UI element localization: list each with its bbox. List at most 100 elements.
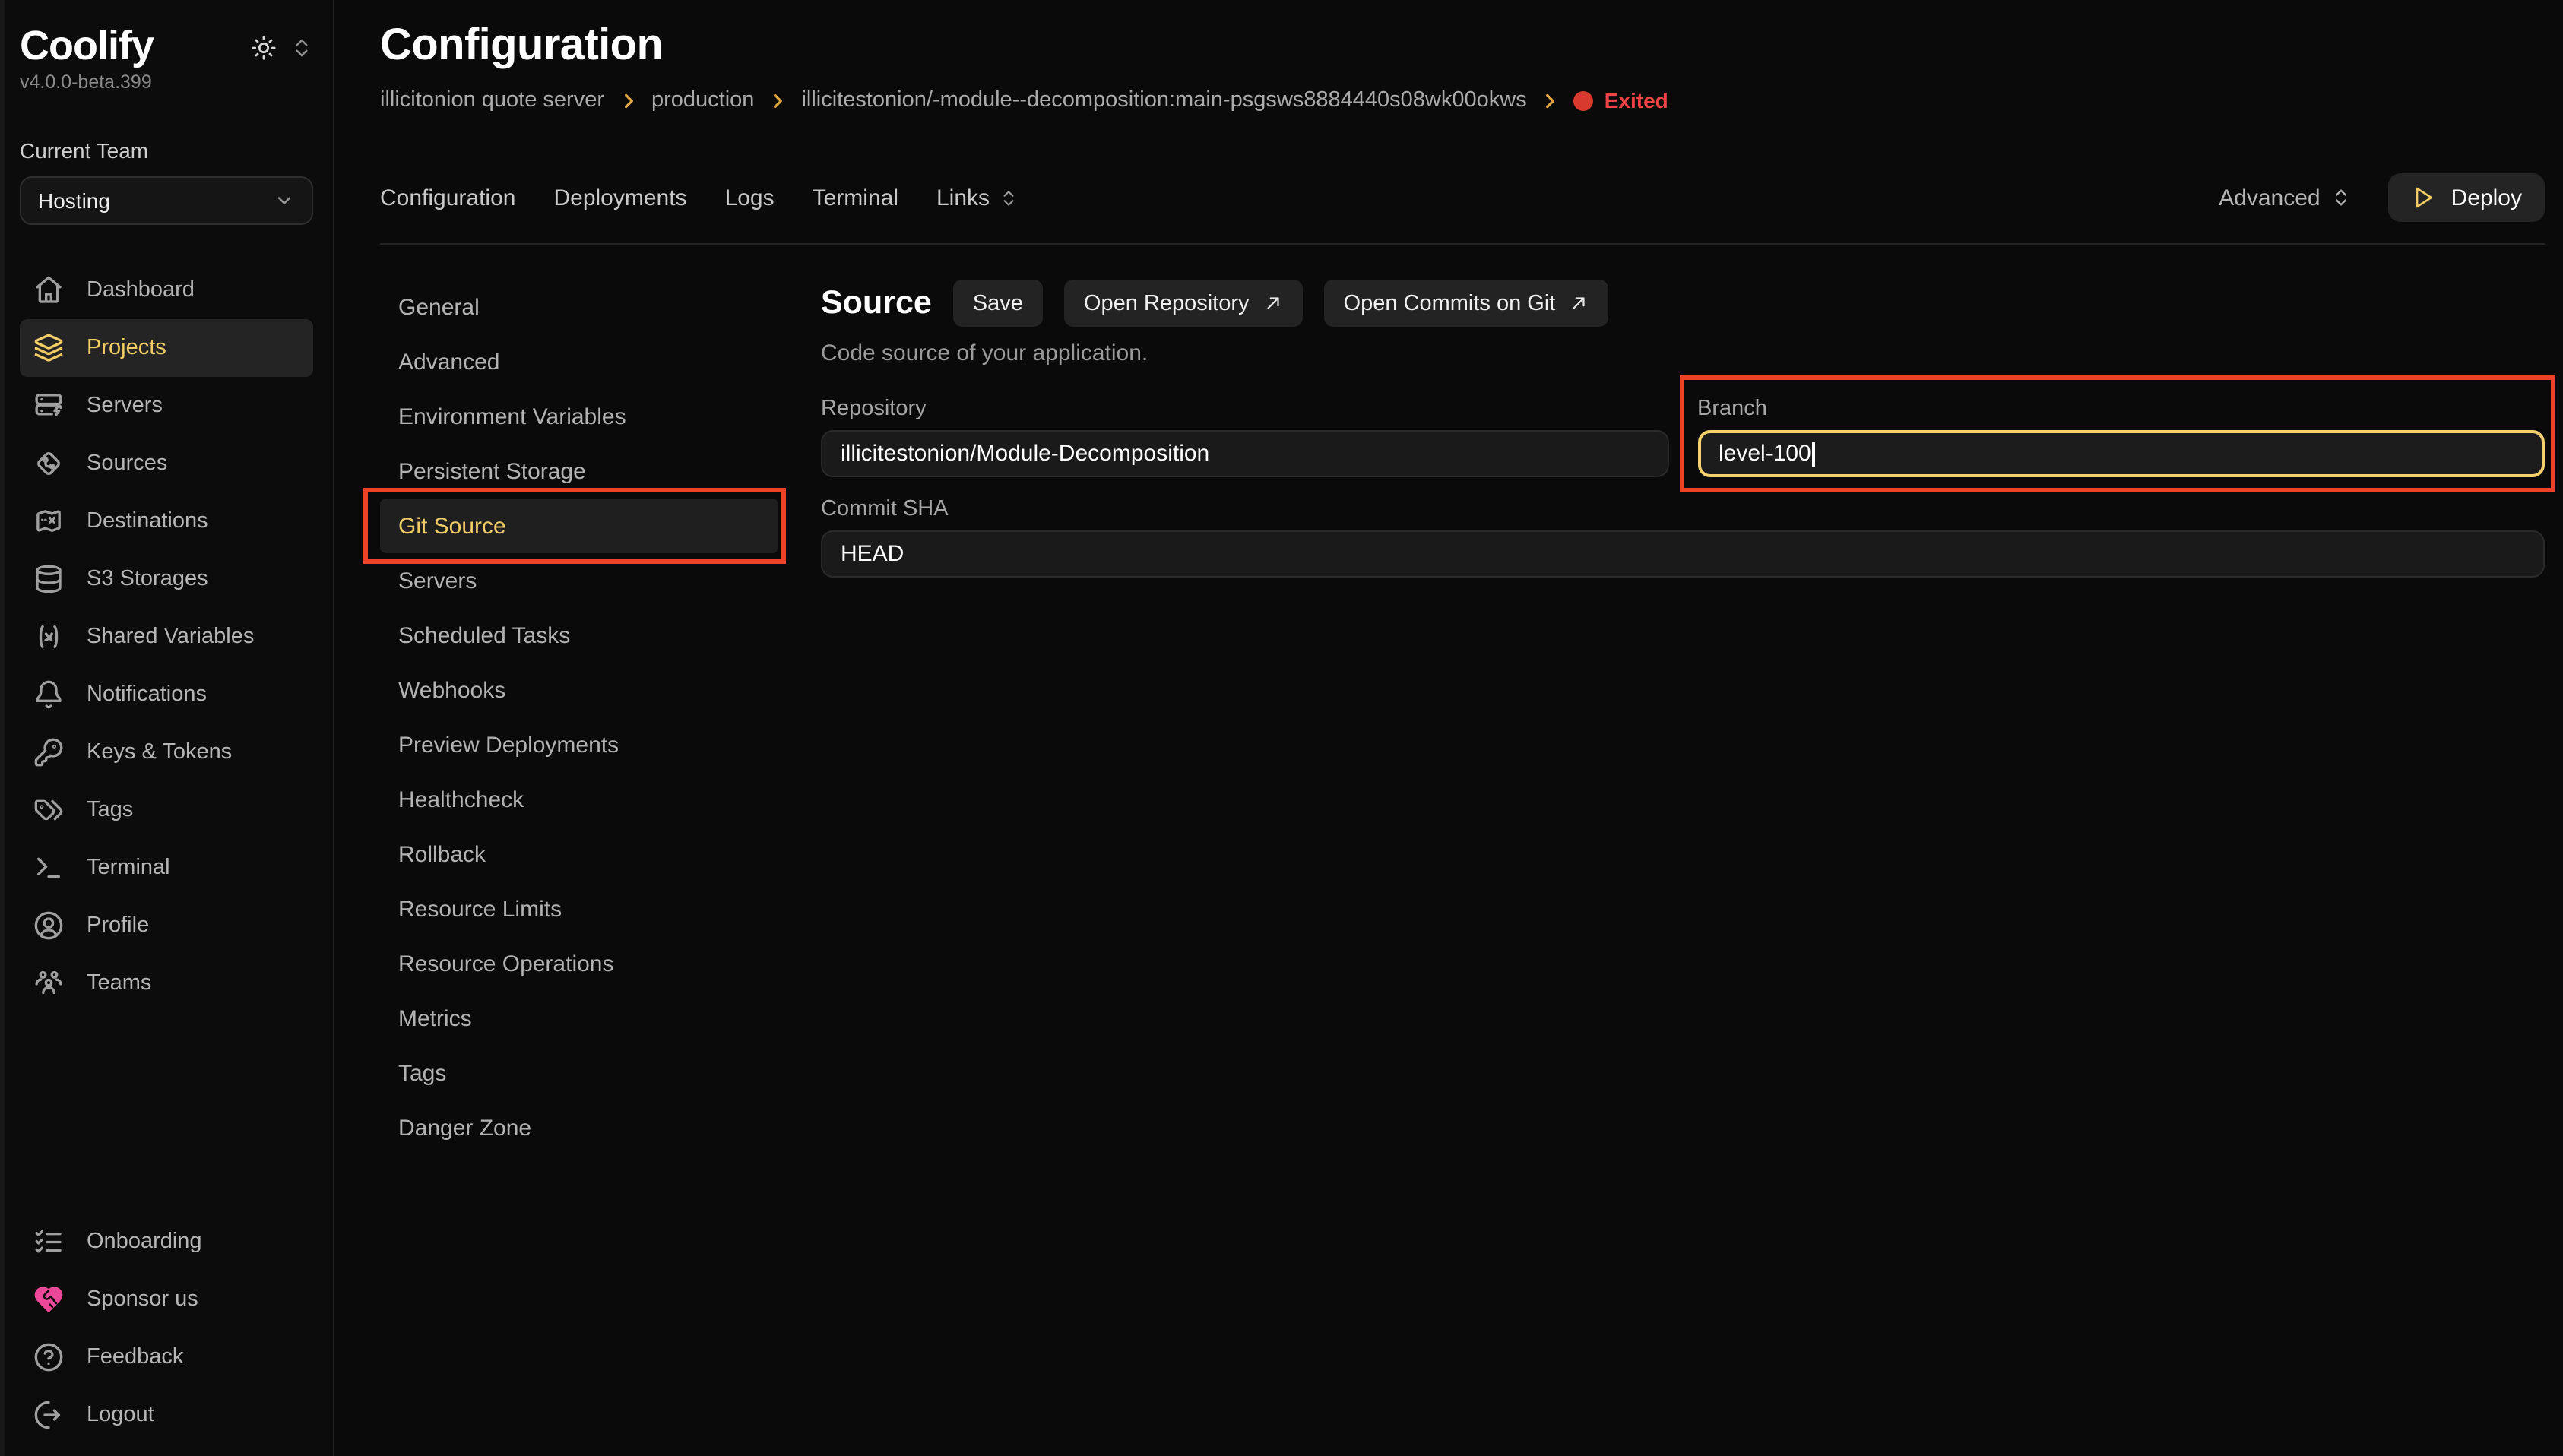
subnav-item-resource-limits[interactable]: Resource Limits [380,882,778,936]
repository-field: Repository [821,397,1668,477]
sidebar-item-sponsor-us[interactable]: Sponsor us [20,1271,313,1328]
tab-deployments[interactable]: Deployments [553,185,686,210]
breadcrumb-application[interactable]: illicitestonion/-module--decomposition:m… [801,88,1526,112]
open-repository-button[interactable]: Open Repository [1064,280,1303,327]
advanced-dropdown[interactable]: Advanced [2219,185,2352,210]
theme-toggle-sun-icon[interactable] [251,35,277,61]
heart-handshake-icon [33,1284,64,1315]
subnav-item-persistent-storage[interactable]: Persistent Storage [380,444,778,499]
subnav-item-advanced[interactable]: Advanced [380,334,778,389]
team-select[interactable]: Hosting [20,177,313,226]
sidebar-nav: Dashboard Projects Servers Sources Desti… [20,262,313,1013]
open-commits-button[interactable]: Open Commits on Git [1324,280,1609,327]
sidebar-item-label: Dashboard [87,279,195,303]
tab-divider [380,243,2545,245]
sidebar-item-sources[interactable]: Sources [20,435,313,493]
open-commits-label: Open Commits on Git [1344,291,1556,315]
sidebar-item-onboarding[interactable]: Onboarding [20,1213,313,1271]
sidebar: Coolify v4.0.0-beta.399 Current Team Hos… [0,0,334,1456]
tab-bar: Configuration Deployments Logs Terminal … [380,173,2545,222]
subnav-item-danger-zone[interactable]: Danger Zone [380,1100,778,1155]
sidebar-item-profile[interactable]: Profile [20,897,313,955]
sidebar-item-s3-storages[interactable]: S3 Storages [20,551,313,609]
chevron-down-icon [274,191,295,212]
server-icon [33,391,64,422]
chevrons-up-down-icon [2331,187,2352,208]
sidebar-item-keys-tokens[interactable]: Keys & Tokens [20,724,313,782]
sidebar-item-logout[interactable]: Logout [20,1386,313,1444]
theme-switcher-chevrons-icon[interactable] [290,36,313,59]
chevron-right-icon [768,90,787,110]
external-link-icon [1569,293,1589,313]
subnav-item-tags[interactable]: Tags [380,1046,778,1100]
sidebar-item-label: Logout [87,1403,154,1427]
advanced-label: Advanced [2219,185,2320,210]
subnav-item-scheduled-tasks[interactable]: Scheduled Tasks [380,608,778,663]
git-source-panel: Source Save Open Repository Open Commits… [821,280,2545,1155]
sidebar-item-servers[interactable]: Servers [20,378,313,435]
main-content: Configuration illicitonion quote server … [334,0,2563,1456]
deploy-button[interactable]: Deploy [2389,173,2545,222]
sidebar-item-teams[interactable]: Teams [20,955,313,1013]
tab-terminal[interactable]: Terminal [813,185,898,210]
sidebar-item-terminal[interactable]: Terminal [20,840,313,897]
sidebar-item-label: Sponsor us [87,1287,198,1312]
sidebar-item-projects[interactable]: Projects [20,320,313,378]
subnav-item-general[interactable]: General [380,280,778,334]
branch-field: Branch level-100 [1697,397,2545,477]
git-icon [33,449,64,480]
terminal-icon [33,853,64,884]
layers-icon [33,334,64,364]
commit-sha-input[interactable] [821,530,2545,578]
sidebar-item-shared-variables[interactable]: Shared Variables [20,609,313,666]
external-link-icon [1263,293,1283,313]
home-icon [33,276,64,306]
subnav-item-git-source[interactable]: Git Source [380,499,778,553]
commit-sha-field: Commit SHA [821,497,2545,578]
key-icon [33,738,64,768]
branch-input[interactable]: level-100 [1697,430,2545,477]
profile-icon [33,911,64,942]
app-logo: Coolify [20,24,154,68]
tab-links[interactable]: Links [936,185,1019,210]
subnav-item-preview-deployments[interactable]: Preview Deployments [380,717,778,772]
status-text: Exited [1605,88,1668,112]
subnav-item-webhooks[interactable]: Webhooks [380,663,778,717]
subnav-item-environment-variables[interactable]: Environment Variables [380,389,778,444]
save-button[interactable]: Save [953,280,1043,327]
subnav-item-servers[interactable]: Servers [380,553,778,608]
subnav-item-resource-operations[interactable]: Resource Operations [380,936,778,991]
variables-icon [33,622,64,653]
app-version: v4.0.0-beta.399 [20,72,313,93]
sidebar-item-label: S3 Storages [87,568,208,592]
subnav-item-rollback[interactable]: Rollback [380,827,778,882]
commit-sha-label: Commit SHA [821,497,2545,521]
team-select-value: Hosting [38,189,110,214]
page-title: Configuration [380,21,2545,71]
breadcrumb: illicitonion quote server production ill… [380,88,2545,112]
sidebar-item-label: Terminal [87,856,170,881]
subnav-item-git-source-label: Git Source [398,513,506,539]
deploy-label: Deploy [2451,185,2522,210]
subnav-item-healthcheck[interactable]: Healthcheck [380,772,778,827]
map-icon [33,507,64,537]
branch-label: Branch [1697,397,2545,421]
sidebar-item-label: Teams [87,972,151,996]
sidebar-item-notifications[interactable]: Notifications [20,666,313,724]
teams-icon [33,969,64,999]
sidebar-item-dashboard[interactable]: Dashboard [20,262,313,320]
breadcrumb-project[interactable]: illicitonion quote server [380,88,604,112]
sidebar-item-label: Tags [87,799,133,823]
chevron-right-icon [618,90,638,110]
current-team-label: Current Team [20,139,313,163]
repository-input[interactable] [821,430,1668,477]
sidebar-item-label: Servers [87,394,163,419]
tab-configuration[interactable]: Configuration [380,185,515,210]
sidebar-item-destinations[interactable]: Destinations [20,493,313,551]
text-cursor [1813,442,1815,466]
sidebar-item-feedback[interactable]: Feedback [20,1328,313,1386]
subnav-item-metrics[interactable]: Metrics [380,991,778,1046]
tab-logs[interactable]: Logs [725,185,775,210]
breadcrumb-environment[interactable]: production [651,88,754,112]
sidebar-item-tags[interactable]: Tags [20,782,313,840]
